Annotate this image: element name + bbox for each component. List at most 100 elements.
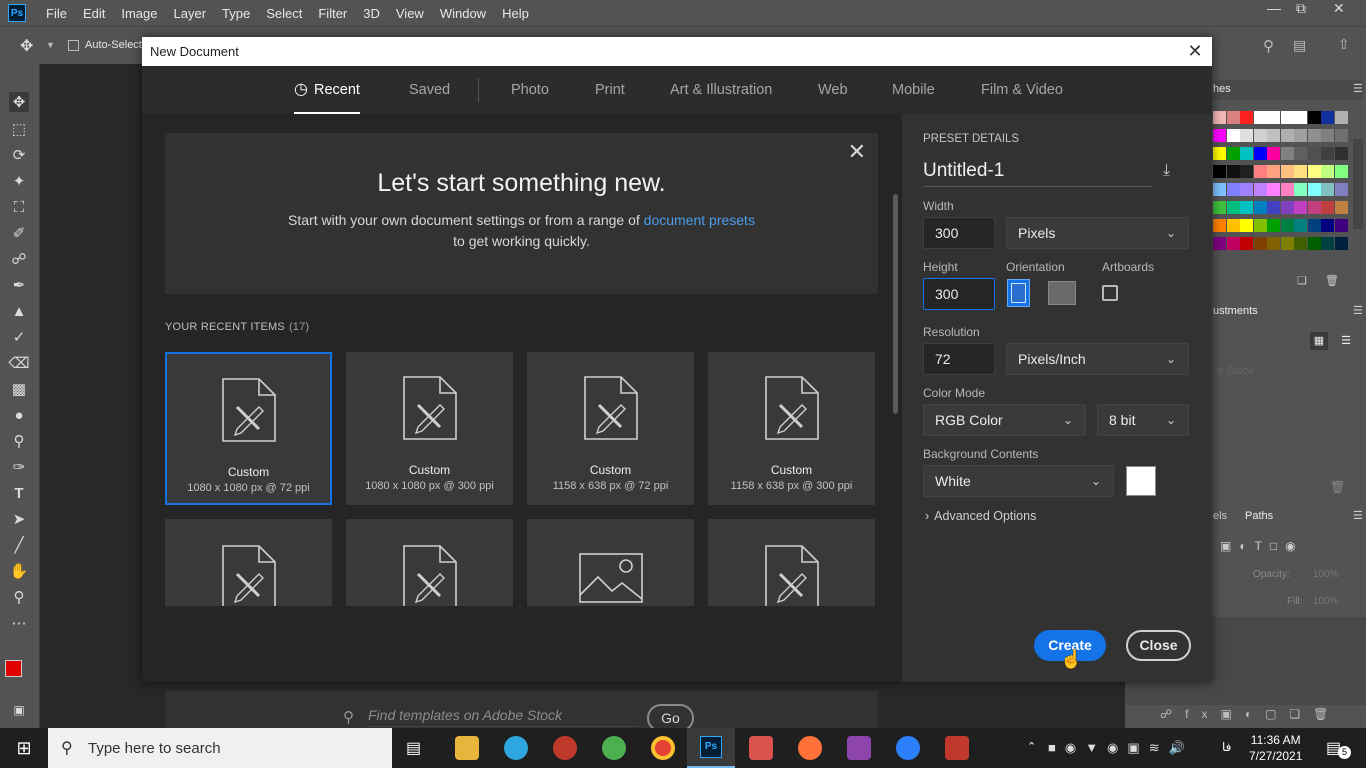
color-swatch[interactable]	[1226, 237, 1240, 250]
tab-saved[interactable]: Saved	[409, 66, 450, 114]
menu-image[interactable]: Image	[113, 6, 165, 21]
save-preset-icon[interactable]: ⤓	[1163, 162, 1170, 180]
pen-tool-icon[interactable]: ✑	[9, 457, 29, 477]
recent-item-card[interactable]	[346, 519, 513, 606]
menu-type[interactable]: Type	[214, 6, 258, 21]
bucket-tool-icon[interactable]: ▩	[9, 379, 29, 399]
document-presets-link[interactable]: document presets	[644, 212, 755, 228]
color-swatch[interactable]	[1334, 219, 1348, 232]
color-swatch[interactable]	[1226, 165, 1240, 178]
color-swatch[interactable]	[1267, 111, 1280, 124]
color-swatch[interactable]	[1280, 129, 1294, 142]
chevron-down-icon[interactable]: ▼	[46, 40, 55, 50]
color-swatch[interactable]	[1334, 201, 1348, 214]
color-swatch[interactable]	[1253, 237, 1267, 250]
photoshop-taskbar-item[interactable]: Ps	[687, 728, 735, 768]
color-swatch[interactable]	[1267, 219, 1280, 232]
color-swatch[interactable]	[1240, 183, 1253, 196]
color-swatch[interactable]	[1213, 201, 1226, 214]
color-swatch[interactable]	[1213, 183, 1226, 196]
app-icon[interactable]	[945, 736, 969, 760]
color-swatch[interactable]	[1253, 183, 1267, 196]
color-swatch[interactable]	[1280, 147, 1294, 160]
minimize-icon[interactable]: —	[1267, 0, 1281, 16]
color-swatch[interactable]	[1307, 201, 1321, 214]
color-swatch[interactable]	[1253, 147, 1267, 160]
layer-actions-icons[interactable]: ☍fx▣◐▢❏🗑	[1160, 707, 1341, 721]
bit-depth-select[interactable]: 8 bit ⌄	[1097, 404, 1189, 436]
restore-icon[interactable]: ⧉	[1296, 0, 1306, 17]
color-swatch[interactable]	[1226, 111, 1240, 124]
background-contents-select[interactable]: White ⌄	[923, 465, 1114, 497]
color-swatch[interactable]	[1267, 129, 1280, 142]
file-explorer-icon[interactable]	[455, 736, 479, 760]
portrait-orientation-icon[interactable]	[1007, 279, 1030, 307]
tray-expand-icon[interactable]: ⌃	[1027, 740, 1036, 753]
healing-brush-icon[interactable]: ☍	[9, 249, 29, 269]
menu-edit[interactable]: Edit	[75, 6, 113, 21]
scrollbar[interactable]	[893, 194, 898, 414]
color-swatch[interactable]	[1267, 147, 1280, 160]
color-swatch[interactable]	[1213, 219, 1226, 232]
opacity-value[interactable]: 100%	[1313, 569, 1339, 580]
color-swatch[interactable]	[1226, 201, 1240, 214]
height-input[interactable]: 300	[923, 278, 995, 310]
color-swatch[interactable]	[1307, 165, 1321, 178]
close-button[interactable]: Close	[1126, 630, 1191, 661]
menu-help[interactable]: Help	[494, 6, 537, 21]
menu-view[interactable]: View	[388, 6, 432, 21]
resolution-input[interactable]: 72	[923, 343, 995, 375]
width-input[interactable]: 300	[923, 217, 995, 249]
color-swatch[interactable]	[1253, 165, 1267, 178]
send-app-icon[interactable]	[602, 736, 626, 760]
color-swatch[interactable]	[1294, 219, 1307, 232]
color-swatch[interactable]	[1334, 165, 1348, 178]
workspace-icon[interactable]: ▤	[1293, 37, 1306, 54]
color-swatch[interactable]	[1213, 237, 1226, 250]
color-swatch[interactable]	[1253, 219, 1267, 232]
color-swatch[interactable]	[1226, 129, 1240, 142]
color-swatch[interactable]	[1213, 147, 1226, 160]
color-swatch[interactable]	[1280, 183, 1294, 196]
color-mode-select[interactable]: RGB Color ⌄	[923, 404, 1086, 436]
color-swatch[interactable]	[1321, 201, 1334, 214]
color-swatch[interactable]	[1267, 165, 1280, 178]
swatches-tab[interactable]: hes	[1213, 80, 1363, 100]
tab-web[interactable]: Web	[818, 66, 848, 114]
color-swatch[interactable]	[1294, 237, 1307, 250]
color-swatch[interactable]	[1294, 165, 1307, 178]
color-swatch[interactable]	[1240, 165, 1253, 178]
color-swatch[interactable]	[1226, 183, 1240, 196]
line-tool-icon[interactable]: ╱	[9, 535, 29, 555]
color-swatch[interactable]	[1267, 201, 1280, 214]
grid-view-icon[interactable]: ▦	[1310, 332, 1328, 350]
menu-file[interactable]: File	[38, 6, 75, 21]
color-swatch[interactable]	[1253, 111, 1267, 124]
zoom-tool-icon[interactable]: ⚲	[9, 587, 29, 607]
recent-item-card[interactable]	[165, 519, 332, 606]
magic-wand-icon[interactable]: ✦	[9, 171, 29, 191]
resolution-unit-select[interactable]: Pixels/Inch ⌄	[1006, 343, 1189, 375]
foreground-color-swatch[interactable]	[5, 660, 22, 677]
color-swatch[interactable]	[1294, 111, 1307, 124]
paths-tab[interactable]: Paths	[1245, 510, 1273, 522]
color-swatch[interactable]	[1321, 129, 1334, 142]
stamp-tool-icon[interactable]: ▲	[9, 301, 29, 321]
type-tool-icon[interactable]: T	[9, 483, 29, 503]
move-tool-icon[interactable]: ✥	[20, 36, 33, 56]
dodge-tool-icon[interactable]: ⚲	[9, 431, 29, 451]
recent-item-card[interactable]: Custom 1080 x 1080 px @ 72 ppi	[165, 352, 332, 505]
color-swatch[interactable]	[1334, 237, 1348, 250]
tab-print[interactable]: Print	[595, 66, 625, 114]
delete-icon[interactable]: 🗑	[1330, 480, 1345, 494]
color-swatch[interactable]	[1321, 219, 1334, 232]
history-brush-icon[interactable]: ✓	[9, 327, 29, 347]
task-view-icon[interactable]: ▤	[406, 738, 421, 758]
color-swatch[interactable]	[1294, 201, 1307, 214]
color-swatch[interactable]	[1307, 183, 1321, 196]
close-banner-icon[interactable]: ✕	[848, 139, 866, 165]
app-icon[interactable]	[749, 736, 773, 760]
advanced-options-toggle[interactable]: › Advanced Options	[925, 509, 1036, 523]
tab-photo[interactable]: Photo	[511, 66, 549, 114]
firefox-icon[interactable]	[798, 736, 822, 760]
